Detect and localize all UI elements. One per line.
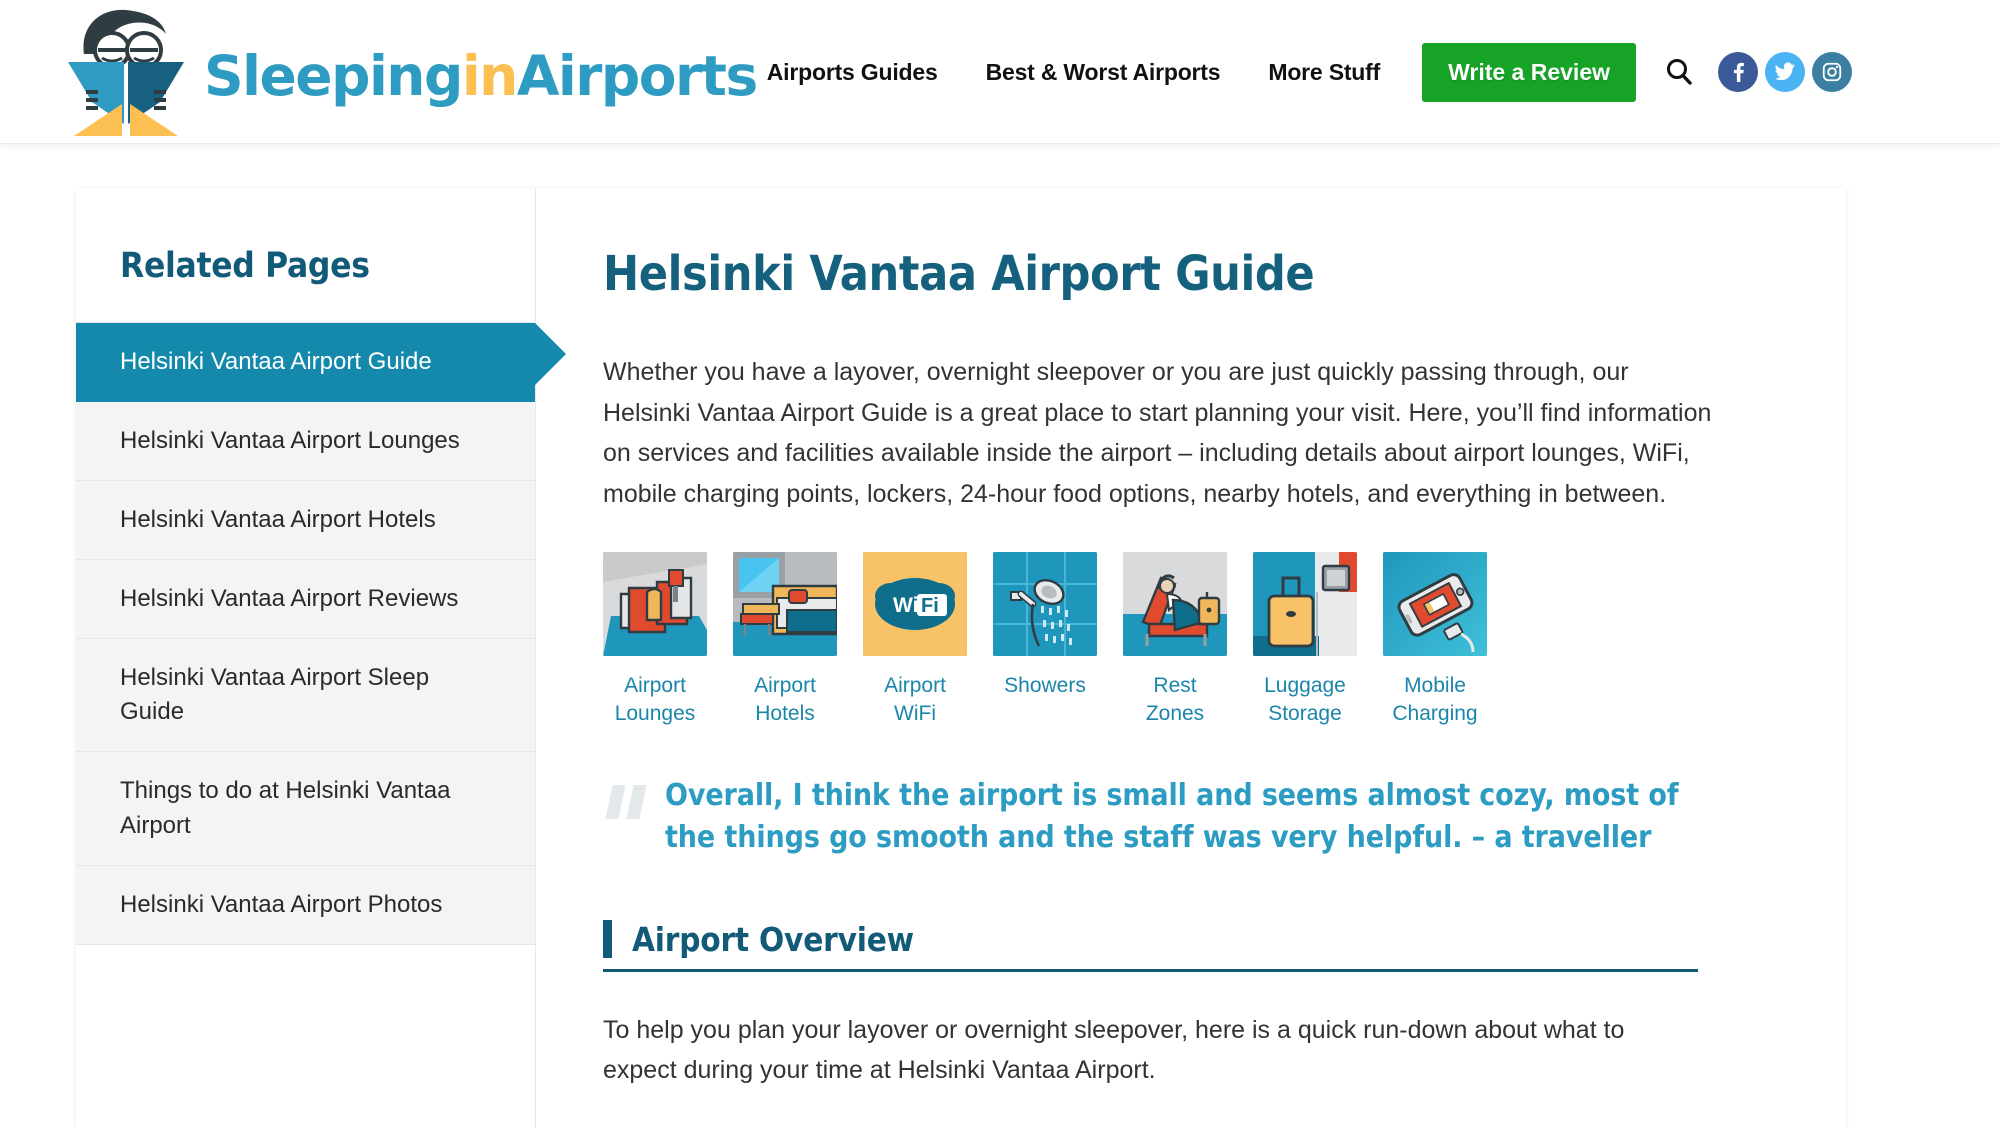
service-tile-label[interactable]: Mobile Charging bbox=[1383, 672, 1487, 729]
nav-item-airports-guides[interactable]: Airports Guides bbox=[743, 59, 962, 86]
nav-item-more-stuff[interactable]: More Stuff bbox=[1244, 59, 1404, 86]
sidebar-item-label: Helsinki Vantaa Airport Hotels bbox=[120, 506, 436, 534]
pull-quote-text: Overall, I think the airport is small an… bbox=[665, 777, 1679, 856]
site-header: SleepinginAirports Airports Guides Best … bbox=[0, 0, 2000, 144]
svg-text:Fi: Fi bbox=[921, 595, 939, 617]
facebook-icon[interactable] bbox=[1718, 52, 1758, 92]
sidebar-item-helsinki-vantaa-airport-photos[interactable]: Helsinki Vantaa Airport Photos bbox=[76, 865, 535, 945]
shower-icon[interactable] bbox=[993, 552, 1097, 656]
logo-word-in: in bbox=[461, 43, 519, 108]
content-card: Related Pages Helsinki Vantaa Airport Gu… bbox=[76, 188, 1846, 1128]
logo-word-airports: Airports bbox=[516, 43, 758, 108]
sidebar-item-label: Helsinki Vantaa Airport Photos bbox=[120, 890, 443, 918]
write-a-review-button[interactable]: Write a Review bbox=[1422, 42, 1636, 102]
overview-paragraph: To help you plan your layover or overnig… bbox=[603, 1015, 1625, 1085]
service-tile-rest-zones[interactable]: Rest Zones bbox=[1123, 552, 1227, 729]
pull-quote: Overall, I think the airport is small an… bbox=[605, 775, 1786, 860]
svg-text:Wi: Wi bbox=[893, 594, 918, 617]
logo-word-sleeping: Sleeping bbox=[204, 43, 463, 108]
service-tile-mobile-charging[interactable]: Mobile Charging bbox=[1383, 552, 1487, 729]
service-tile-label[interactable]: Luggage Storage bbox=[1253, 672, 1357, 729]
sidebar-item-helsinki-vantaa-airport-guide[interactable]: Helsinki Vantaa Airport Guide bbox=[76, 322, 566, 403]
sidebar-item-helsinki-vantaa-airport-lounges[interactable]: Helsinki Vantaa Airport Lounges bbox=[76, 402, 535, 482]
related-pages-sidebar: Related Pages Helsinki Vantaa Airport Gu… bbox=[76, 188, 566, 1128]
section-title: Airport Overview bbox=[632, 919, 914, 959]
service-tiles: Airport Lounges Airport Hotels Wi Fi Air… bbox=[603, 552, 1786, 729]
luggage-storage-icon[interactable] bbox=[1253, 552, 1357, 656]
service-tile-label[interactable]: Showers bbox=[993, 672, 1097, 700]
sidebar-item-label: Helsinki Vantaa Airport Sleep Guide bbox=[120, 664, 430, 726]
logo-wordmark: SleepinginAirports bbox=[204, 48, 758, 104]
instagram-icon[interactable] bbox=[1812, 52, 1852, 92]
sidebar-item-label: Helsinki Vantaa Airport Lounges bbox=[120, 427, 460, 455]
sidebar-item-label: Helsinki Vantaa Airport Guide bbox=[120, 348, 432, 375]
mobile-charging-icon[interactable] bbox=[1383, 552, 1487, 656]
page-body: Related Pages Helsinki Vantaa Airport Gu… bbox=[0, 145, 2000, 1128]
site-logo[interactable]: SleepinginAirports bbox=[62, 6, 758, 138]
rest-zone-icon[interactable] bbox=[1123, 552, 1227, 656]
section-accent-bar bbox=[603, 920, 612, 959]
sleeping-owl-logo-icon bbox=[62, 6, 190, 138]
sidebar-item-label: Things to do at Helsinki Vantaa Airport bbox=[120, 777, 451, 839]
service-tile-airport-hotels[interactable]: Airport Hotels bbox=[733, 552, 837, 729]
sidebar-item-things-to-do[interactable]: Things to do at Helsinki Vantaa Airport bbox=[76, 752, 535, 866]
sidebar-item-helsinki-vantaa-airport-reviews[interactable]: Helsinki Vantaa Airport Reviews bbox=[76, 560, 535, 640]
hotel-bed-icon[interactable] bbox=[733, 552, 837, 656]
service-tile-label[interactable]: Rest Zones bbox=[1123, 672, 1227, 729]
airport-overview-heading: Airport Overview bbox=[603, 920, 1698, 972]
wifi-icon[interactable]: Wi Fi bbox=[863, 552, 967, 656]
nav-item-best-worst-airports[interactable]: Best & Worst Airports bbox=[962, 59, 1245, 86]
main-content: Helsinki Vantaa Airport Guide Whether yo… bbox=[537, 188, 1846, 1091]
social-links bbox=[1718, 52, 1852, 92]
main-nav: Airports Guides Best & Worst Airports Mo… bbox=[743, 0, 1852, 144]
service-tile-label[interactable]: Airport Lounges bbox=[603, 672, 707, 729]
service-tile-label[interactable]: Airport WiFi bbox=[863, 672, 967, 729]
page-title: Helsinki Vantaa Airport Guide bbox=[603, 246, 1315, 302]
sidebar-item-helsinki-vantaa-airport-sleep-guide[interactable]: Helsinki Vantaa Airport Sleep Guide bbox=[76, 639, 535, 753]
twitter-icon[interactable] bbox=[1765, 52, 1805, 92]
search-icon[interactable] bbox=[1662, 55, 1696, 89]
service-tile-label[interactable]: Airport Hotels bbox=[733, 672, 837, 729]
related-pages-title: Related Pages bbox=[120, 246, 370, 286]
quote-mark-icon bbox=[605, 784, 647, 819]
lounge-chairs-icon[interactable] bbox=[603, 552, 707, 656]
service-tile-showers[interactable]: Showers bbox=[993, 552, 1097, 729]
intro-paragraph: Whether you have a layover, overnight sl… bbox=[603, 358, 1712, 508]
sidebar-item-label: Helsinki Vantaa Airport Reviews bbox=[120, 585, 459, 613]
service-tile-airport-wifi[interactable]: Wi Fi Airport WiFi bbox=[863, 552, 967, 729]
service-tile-airport-lounges[interactable]: Airport Lounges bbox=[603, 552, 707, 729]
service-tile-luggage-storage[interactable]: Luggage Storage bbox=[1253, 552, 1357, 729]
sidebar-item-helsinki-vantaa-airport-hotels[interactable]: Helsinki Vantaa Airport Hotels bbox=[76, 481, 535, 561]
